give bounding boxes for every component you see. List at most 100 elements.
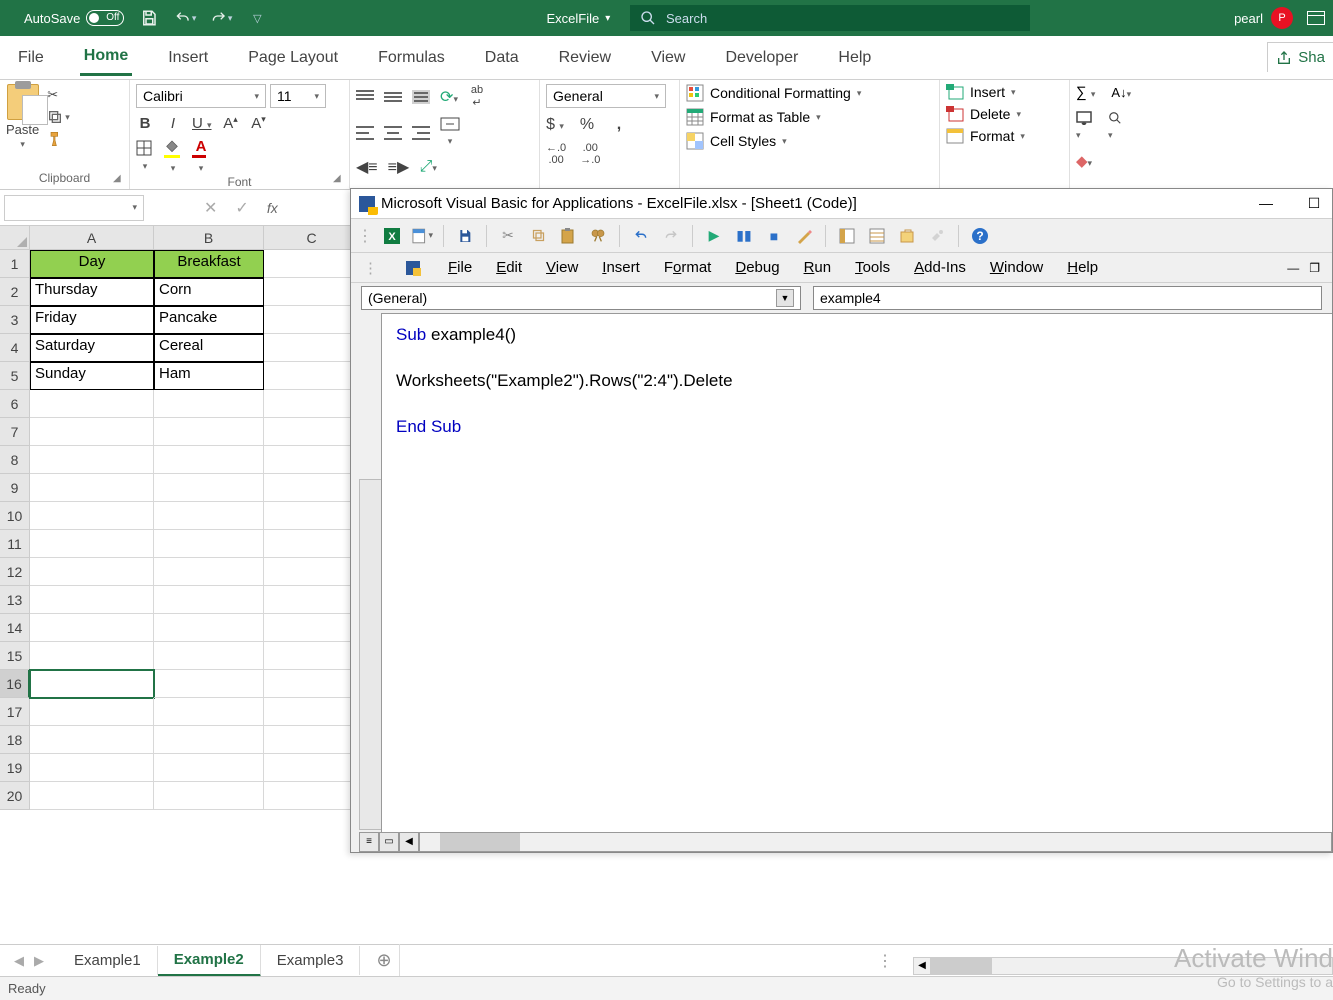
- find-select-icon[interactable]: ▾: [1108, 111, 1122, 142]
- horizontal-scrollbar[interactable]: ◀: [913, 956, 1333, 976]
- orientation-icon[interactable]: ⟳▾: [440, 87, 458, 107]
- search-box[interactable]: Search: [630, 5, 1030, 31]
- tab-insert[interactable]: Insert: [164, 41, 212, 75]
- cell[interactable]: Day: [30, 250, 154, 278]
- increase-font-icon[interactable]: A▴: [222, 114, 240, 132]
- maximize-icon[interactable]: ☐: [1304, 195, 1324, 212]
- vba-object-dropdown[interactable]: (General)▼: [361, 286, 801, 310]
- cell[interactable]: Ham: [154, 362, 264, 390]
- vba-scroll-left-icon[interactable]: ◀: [399, 832, 419, 852]
- vba-cut-icon[interactable]: ✂: [497, 225, 519, 247]
- decrease-decimal-icon[interactable]: .00→.0: [580, 142, 600, 166]
- font-launcher-icon[interactable]: ◢: [333, 173, 345, 185]
- scroll-thumb[interactable]: [932, 958, 992, 974]
- sheet-tab[interactable]: Example3: [261, 946, 361, 975]
- vba-menu-tools[interactable]: Tools: [855, 259, 890, 276]
- fill-icon[interactable]: ▾: [1076, 111, 1092, 142]
- user-account[interactable]: pearl P: [1234, 7, 1293, 29]
- clipboard-launcher-icon[interactable]: ◢: [113, 173, 125, 185]
- vba-copy-icon[interactable]: [527, 225, 549, 247]
- vba-save-icon[interactable]: [454, 225, 476, 247]
- qat-overflow-icon[interactable]: ▽: [246, 7, 268, 29]
- comma-icon[interactable]: ,: [610, 116, 628, 134]
- vba-redo-icon[interactable]: [660, 225, 682, 247]
- tab-formulas[interactable]: Formulas: [374, 41, 449, 75]
- vba-procedure-dropdown[interactable]: example4: [813, 286, 1322, 310]
- vba-menu-run[interactable]: Run: [804, 259, 832, 276]
- undo-icon[interactable]: ▾: [174, 7, 196, 29]
- sheet-nav-prev-icon[interactable]: ◀: [14, 953, 24, 969]
- vba-titlebar[interactable]: Microsoft Visual Basic for Applications …: [351, 189, 1332, 219]
- vba-view-excel-icon[interactable]: X: [381, 225, 403, 247]
- align-bottom-icon[interactable]: [412, 90, 430, 104]
- cell[interactable]: Pancake: [154, 306, 264, 334]
- currency-icon[interactable]: $ ▾: [546, 116, 564, 134]
- decrease-font-icon[interactable]: A▾: [250, 114, 268, 132]
- fill-color-icon[interactable]: ▾: [164, 139, 182, 175]
- select-all-corner[interactable]: [0, 226, 30, 250]
- vba-menu-file[interactable]: File: [448, 259, 472, 276]
- merge-icon[interactable]: ▾: [440, 117, 460, 149]
- row-header[interactable]: 4: [0, 334, 30, 362]
- row-header[interactable]: 8: [0, 446, 30, 474]
- cell[interactable]: Breakfast: [154, 250, 264, 278]
- format-cells-button[interactable]: Format ▾: [946, 128, 1063, 144]
- vba-menu-debug[interactable]: Debug: [735, 259, 779, 276]
- autosave-toggle[interactable]: AutoSave Off: [24, 10, 124, 26]
- ribbon-display-icon[interactable]: [1307, 11, 1325, 25]
- sheet-tab[interactable]: Example2: [158, 945, 261, 977]
- vba-app-small-icon[interactable]: [402, 257, 424, 279]
- row-header[interactable]: 18: [0, 726, 30, 754]
- tab-page-layout[interactable]: Page Layout: [244, 41, 342, 75]
- vba-grip-icon[interactable]: ⋮: [357, 226, 373, 246]
- mdi-restore-icon[interactable]: ❐: [1309, 261, 1320, 275]
- row-header[interactable]: 15: [0, 642, 30, 670]
- vba-grip-icon[interactable]: ⋮: [363, 259, 378, 277]
- row-header[interactable]: 16: [0, 670, 30, 698]
- row-header[interactable]: 2: [0, 278, 30, 306]
- align-center-icon[interactable]: [384, 126, 402, 140]
- tab-help[interactable]: Help: [834, 41, 875, 75]
- paste-button[interactable]: Paste ▾: [6, 84, 39, 150]
- vba-scroll-thumb[interactable]: [440, 833, 520, 851]
- vba-design-mode-icon[interactable]: [793, 225, 815, 247]
- increase-indent-icon[interactable]: ≡▶: [388, 157, 410, 177]
- insert-cells-button[interactable]: Insert ▾: [946, 84, 1063, 100]
- vba-undo-icon[interactable]: [630, 225, 652, 247]
- vba-procedure-view-icon[interactable]: ≡: [359, 832, 379, 852]
- vba-menu-window[interactable]: Window: [990, 259, 1043, 276]
- share-button[interactable]: Sha: [1267, 42, 1333, 72]
- vba-menu-format[interactable]: Format: [664, 259, 712, 276]
- new-sheet-button[interactable]: ⊕: [360, 944, 400, 977]
- tab-file[interactable]: File: [14, 41, 48, 75]
- align-left-icon[interactable]: [356, 126, 374, 140]
- font-name-dropdown[interactable]: Calibri▾: [136, 84, 266, 108]
- row-header[interactable]: 6: [0, 390, 30, 418]
- scroll-left-icon[interactable]: ◀: [913, 957, 931, 975]
- number-format-dropdown[interactable]: General▾: [546, 84, 666, 108]
- italic-button[interactable]: I: [164, 115, 182, 132]
- vba-find-icon[interactable]: [587, 225, 609, 247]
- cell[interactable]: [264, 250, 360, 278]
- vba-full-module-view-icon[interactable]: ▭: [379, 832, 399, 852]
- vba-run-icon[interactable]: ▶: [703, 225, 725, 247]
- percent-icon[interactable]: %: [578, 116, 596, 134]
- clear-icon[interactable]: ◆▾: [1076, 152, 1092, 170]
- vba-break-icon[interactable]: ▮▮: [733, 225, 755, 247]
- active-cell[interactable]: [30, 670, 154, 698]
- minimize-icon[interactable]: —: [1256, 195, 1276, 212]
- row-header[interactable]: 14: [0, 614, 30, 642]
- borders-icon[interactable]: ▾: [136, 140, 154, 173]
- enter-formula-icon[interactable]: ✓: [235, 198, 248, 218]
- tab-developer[interactable]: Developer: [721, 41, 802, 75]
- tab-data[interactable]: Data: [481, 41, 523, 75]
- vba-menu-view[interactable]: View: [546, 259, 578, 276]
- cell[interactable]: Cereal: [154, 334, 264, 362]
- vba-code-scrollbar[interactable]: ≡ ▭ ◀: [359, 832, 1332, 852]
- sheet-nav-next-icon[interactable]: ▶: [34, 953, 44, 969]
- tab-home[interactable]: Home: [80, 39, 132, 76]
- cell[interactable]: Saturday: [30, 334, 154, 362]
- vba-paste-icon[interactable]: [557, 225, 579, 247]
- cell[interactable]: Sunday: [30, 362, 154, 390]
- vba-editor-window[interactable]: Microsoft Visual Basic for Applications …: [350, 188, 1333, 853]
